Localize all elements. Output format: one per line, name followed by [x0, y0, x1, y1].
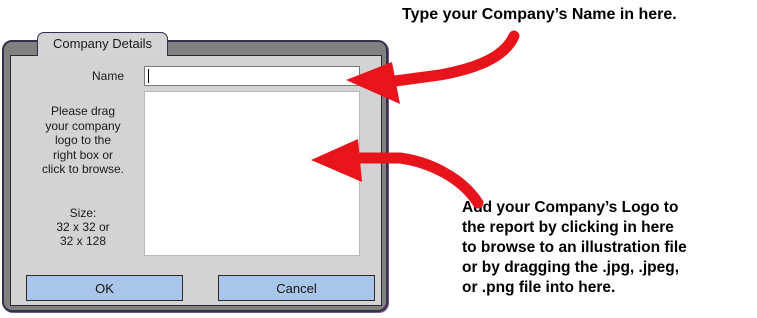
logo-callout-text: Add your Company’s Logo to the report by…: [462, 199, 687, 296]
name-label: Name: [92, 69, 125, 83]
logo-instructions: Please drag your company logo to the rig…: [41, 104, 125, 176]
cancel-button[interactable]: Cancel: [218, 275, 375, 301]
company-name-input[interactable]: [144, 66, 360, 86]
logo-size-info: Size: 32 x 32 or 32 x 128: [56, 206, 110, 248]
text-caret: [148, 69, 149, 83]
dialog-title-tab: Company Details: [37, 32, 168, 56]
name-callout-text: Type your Company’s Name in here.: [402, 6, 677, 23]
logo-drop-box[interactable]: [144, 91, 360, 256]
ok-button[interactable]: OK: [26, 275, 183, 301]
